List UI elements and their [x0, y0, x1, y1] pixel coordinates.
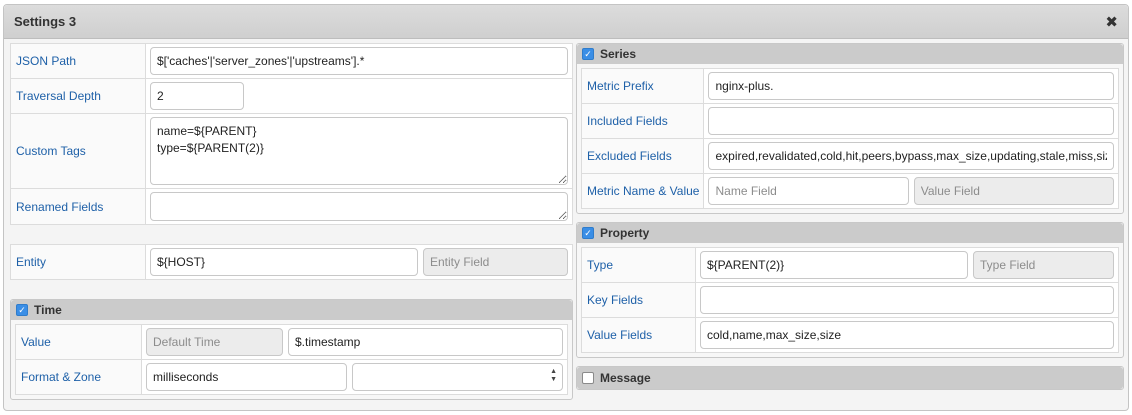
- message-panel-header[interactable]: Message: [577, 367, 1123, 389]
- property-table: Type Key Fields Value Fields: [581, 247, 1119, 353]
- custom-tags-row: Custom Tags name=${PARENT} type=${PARENT…: [10, 113, 573, 189]
- time-panel-header[interactable]: ✓ Time: [11, 300, 572, 320]
- json-path-row: JSON Path: [10, 43, 573, 79]
- name-field-input[interactable]: [708, 177, 909, 205]
- message-panel: Message: [576, 366, 1124, 390]
- value-fields-label: Value Fields: [581, 317, 696, 353]
- property-panel-title: Property: [600, 226, 650, 240]
- renamed-fields-textarea[interactable]: [150, 192, 568, 221]
- time-panel-body: Value Format & Zone: [11, 320, 572, 399]
- format-zone-inputs: ▲▼: [146, 363, 563, 391]
- property-panel: ✓ Property Type Key Fi: [576, 222, 1124, 358]
- included-fields-label: Included Fields: [580, 103, 705, 139]
- type-field-input[interactable]: [973, 251, 1114, 279]
- message-panel-title: Message: [600, 371, 651, 385]
- value-fields-row: Value Fields: [581, 317, 1119, 353]
- time-table: Value Format & Zone: [15, 324, 568, 395]
- entity-row: Entity: [10, 244, 573, 280]
- key-fields-row: Key Fields: [581, 282, 1119, 318]
- path-settings-table: JSON Path Traversal Depth Custom Tags na…: [10, 43, 573, 225]
- property-type-label: Type: [581, 247, 696, 283]
- property-panel-header[interactable]: ✓ Property: [577, 223, 1123, 243]
- property-type-inputs: [700, 251, 1114, 279]
- time-panel-title: Time: [34, 303, 62, 317]
- time-format-input[interactable]: [146, 363, 347, 391]
- property-type-row: Type: [581, 247, 1119, 283]
- zone-select-wrapper: ▲ ▼: [352, 363, 563, 391]
- metric-name-value-row: Metric Name & Value: [580, 173, 1119, 209]
- included-fields-row: Included Fields: [580, 103, 1119, 139]
- key-fields-label: Key Fields: [581, 282, 696, 318]
- dialog-titlebar: Settings 3 ✖: [4, 5, 1128, 39]
- metric-name-value-label: Metric Name & Value: [580, 173, 705, 209]
- custom-tags-label: Custom Tags: [10, 113, 146, 189]
- series-checkbox-icon[interactable]: ✓: [582, 48, 594, 60]
- close-icon[interactable]: ✖: [1105, 13, 1118, 31]
- entity-label: Entity: [10, 244, 146, 280]
- entity-field-input[interactable]: [423, 248, 568, 276]
- traversal-depth-label: Traversal Depth: [10, 78, 146, 114]
- timestamp-input[interactable]: [288, 328, 563, 356]
- series-panel-header[interactable]: ✓ Series: [577, 44, 1123, 64]
- property-checkbox-icon[interactable]: ✓: [582, 227, 594, 239]
- renamed-fields-row: Renamed Fields: [10, 188, 573, 225]
- metric-prefix-label: Metric Prefix: [580, 68, 705, 104]
- entity-inputs: [150, 248, 568, 276]
- entity-input[interactable]: [150, 248, 418, 276]
- traversal-depth-row: Traversal Depth: [10, 78, 573, 114]
- zone-select[interactable]: [352, 363, 563, 391]
- value-field-input[interactable]: [913, 177, 1115, 205]
- left-column: JSON Path Traversal Depth Custom Tags na…: [10, 43, 573, 400]
- json-path-label: JSON Path: [10, 43, 146, 79]
- property-type-input[interactable]: [700, 251, 968, 279]
- excluded-fields-label: Excluded Fields: [580, 138, 705, 174]
- metric-prefix-row: Metric Prefix: [580, 68, 1119, 104]
- time-value-row: Value: [15, 324, 568, 360]
- metric-name-value-inputs: [708, 177, 1115, 205]
- dialog-title: Settings 3: [14, 14, 77, 29]
- time-panel: ✓ Time Value Format &: [10, 299, 573, 400]
- format-zone-row: Format & Zone ▲▼: [15, 359, 568, 395]
- time-value-label: Value: [15, 324, 142, 360]
- renamed-fields-label: Renamed Fields: [10, 188, 146, 225]
- series-table: Metric Prefix Included Fields Excluded F…: [580, 68, 1119, 209]
- default-time-input[interactable]: [146, 328, 283, 356]
- format-zone-label: Format & Zone: [15, 359, 142, 395]
- right-column: ✓ Series Metric Prefix Included Fields E…: [576, 43, 1124, 390]
- included-fields-input[interactable]: [708, 107, 1114, 135]
- series-panel: ✓ Series Metric Prefix Included Fields E…: [576, 43, 1124, 214]
- excluded-fields-row: Excluded Fields: [580, 138, 1119, 174]
- traversal-depth-input[interactable]: [150, 82, 244, 110]
- settings-dialog: Settings 3 ✖ JSON Path Traversal Depth C…: [3, 4, 1129, 411]
- entity-table: Entity: [10, 244, 573, 280]
- custom-tags-textarea[interactable]: name=${PARENT} type=${PARENT(2)}: [150, 117, 568, 185]
- excluded-fields-input[interactable]: [708, 142, 1114, 170]
- property-panel-body: Type Key Fields Value Fields: [577, 243, 1123, 357]
- series-panel-body: Metric Prefix Included Fields Excluded F…: [577, 64, 1123, 213]
- series-panel-title: Series: [600, 47, 637, 61]
- key-fields-input[interactable]: [700, 286, 1114, 314]
- value-fields-input[interactable]: [700, 321, 1114, 349]
- json-path-input[interactable]: [150, 47, 568, 75]
- metric-prefix-input[interactable]: [708, 72, 1114, 100]
- message-checkbox-icon[interactable]: [582, 372, 594, 384]
- select-arrows-icon: ▲ ▼: [550, 368, 557, 383]
- time-value-inputs: [146, 328, 563, 356]
- time-checkbox-icon[interactable]: ✓: [16, 304, 28, 316]
